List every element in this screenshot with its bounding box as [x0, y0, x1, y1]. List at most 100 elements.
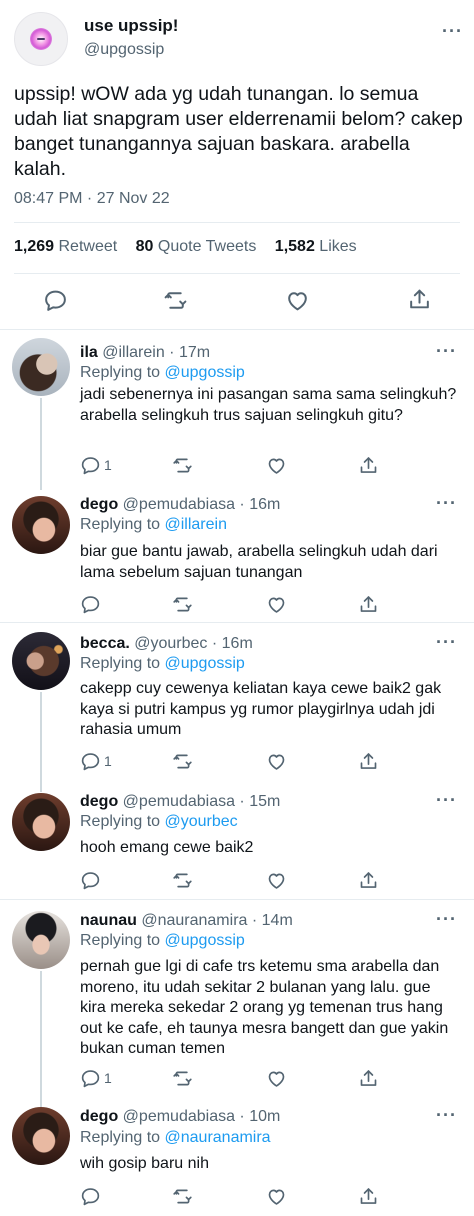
- reply-author-name[interactable]: dego: [80, 1108, 118, 1125]
- reply-icon[interactable]: [80, 751, 101, 772]
- reply-time[interactable]: 17m: [179, 344, 210, 361]
- reply-icon[interactable]: [80, 870, 101, 891]
- more-options-icon[interactable]: ···: [436, 910, 457, 928]
- share-icon[interactable]: [407, 287, 432, 312]
- retweets-stat[interactable]: 1,269 Retweet: [14, 238, 117, 255]
- share-icon[interactable]: [358, 1186, 379, 1207]
- share-icon[interactable]: [358, 751, 379, 772]
- reply-author-name[interactable]: naunau: [80, 912, 137, 929]
- main-tweet-text: upssip! wOW ada yg udah tunangan. lo sem…: [14, 83, 463, 180]
- avatar[interactable]: [12, 1107, 70, 1165]
- separator-dot: ·: [234, 793, 250, 810]
- more-options-icon[interactable]: ···: [436, 342, 457, 360]
- reply-icon[interactable]: [80, 594, 101, 615]
- replying-to-handle[interactable]: @yourbec: [165, 813, 238, 830]
- replying-to-label: Replying to: [80, 655, 161, 672]
- separator-dot: ·: [234, 496, 250, 513]
- like-icon[interactable]: [266, 870, 287, 891]
- reply-header: ila @illarein · 17m: [80, 344, 210, 362]
- avatar[interactable]: [12, 632, 70, 690]
- reply-text: pernah gue lgi di cafe trs ketemu sma ar…: [80, 958, 449, 1057]
- reply-header: dego @pemudabiasa · 16m: [80, 496, 280, 514]
- replying-to-handle[interactable]: @upgossip: [165, 655, 245, 672]
- more-options-icon[interactable]: ···: [436, 1106, 457, 1124]
- reply-count: 1: [104, 753, 112, 769]
- main-tweet-actions: [0, 286, 474, 314]
- more-options-icon[interactable]: ···: [436, 633, 457, 651]
- like-icon[interactable]: [266, 751, 287, 772]
- reply-author-name[interactable]: dego: [80, 496, 118, 513]
- divider: [0, 329, 474, 330]
- share-icon[interactable]: [358, 455, 379, 476]
- main-tweet-stats: 1,269 Retweet 80 Quote Tweets 1,582 Like…: [14, 238, 357, 256]
- reply-time[interactable]: 16m: [222, 635, 253, 652]
- replying-to-label: Replying to: [80, 1129, 161, 1146]
- replying-to-label: Replying to: [80, 516, 161, 533]
- share-icon[interactable]: [358, 594, 379, 615]
- reply-author-handle[interactable]: @pemudabiasa: [123, 1108, 235, 1125]
- more-options-icon[interactable]: ···: [436, 791, 457, 809]
- reply-time[interactable]: 10m: [249, 1108, 280, 1125]
- more-options-icon[interactable]: ···: [442, 22, 463, 40]
- reply-time[interactable]: 16m: [249, 496, 280, 513]
- likes-stat[interactable]: 1,582 Likes: [275, 238, 357, 255]
- replying-to-label: Replying to: [80, 932, 161, 949]
- avatar[interactable]: [12, 496, 70, 554]
- reply-header: becca. @yourbec · 16m: [80, 635, 253, 653]
- divider: [14, 222, 460, 223]
- reply-author-handle[interactable]: @pemudabiasa: [123, 793, 235, 810]
- share-icon[interactable]: [358, 870, 379, 891]
- replying-to-handle[interactable]: @upgossip: [165, 932, 245, 949]
- reply-header: naunau @nauranamira · 14m: [80, 912, 293, 930]
- retweet-icon[interactable]: [172, 1068, 193, 1089]
- reply-time[interactable]: 14m: [262, 912, 293, 929]
- avatar[interactable]: [12, 338, 70, 396]
- reply-text: biar gue bantu jawab, arabella selingkuh…: [80, 543, 438, 581]
- more-options-icon[interactable]: ···: [436, 494, 457, 512]
- main-tweet-author-name[interactable]: use upssip!: [84, 16, 178, 36]
- main-tweet-author-handle[interactable]: @upgossip: [84, 41, 164, 59]
- like-icon[interactable]: [266, 594, 287, 615]
- reply-actions: [0, 594, 474, 616]
- separator-dot: ·: [247, 912, 262, 929]
- replying-to: Replying to @nauranamira: [80, 1129, 271, 1147]
- retweet-icon[interactable]: [163, 288, 188, 313]
- separator-dot: ·: [164, 344, 179, 361]
- like-icon[interactable]: [266, 1186, 287, 1207]
- reply-time[interactable]: 15m: [249, 793, 280, 810]
- main-tweet-avatar[interactable]: [14, 12, 68, 66]
- reply-author-handle[interactable]: @nauranamira: [141, 912, 247, 929]
- like-icon[interactable]: [285, 288, 310, 313]
- replying-to-handle[interactable]: @illarein: [165, 516, 227, 533]
- reply-actions: 1: [0, 751, 474, 773]
- avatar[interactable]: [12, 793, 70, 851]
- share-icon[interactable]: [358, 1068, 379, 1089]
- reply-header: dego @pemudabiasa · 15m: [80, 793, 280, 811]
- reply-author-name[interactable]: ila: [80, 344, 98, 361]
- replying-to-handle[interactable]: @nauranamira: [165, 1129, 271, 1146]
- reply-author-name[interactable]: dego: [80, 793, 118, 810]
- reply-icon[interactable]: [80, 1186, 101, 1207]
- replying-to-handle[interactable]: @upgossip: [165, 364, 245, 381]
- reply-author-name[interactable]: becca.: [80, 635, 130, 652]
- reply-icon[interactable]: [80, 1068, 101, 1089]
- avatar[interactable]: [12, 911, 70, 969]
- reply-icon[interactable]: [43, 288, 68, 313]
- reply-actions: [0, 1186, 474, 1208]
- reply-author-handle[interactable]: @illarein: [102, 344, 164, 361]
- like-icon[interactable]: [266, 455, 287, 476]
- replying-to-label: Replying to: [80, 813, 161, 830]
- retweet-icon[interactable]: [172, 870, 193, 891]
- retweet-icon[interactable]: [172, 455, 193, 476]
- quote-tweets-stat[interactable]: 80 Quote Tweets: [136, 238, 257, 255]
- reply-author-handle[interactable]: @yourbec: [134, 635, 207, 652]
- retweet-icon[interactable]: [172, 594, 193, 615]
- retweet-icon[interactable]: [172, 1186, 193, 1207]
- reply-icon[interactable]: [80, 455, 101, 476]
- retweet-icon[interactable]: [172, 751, 193, 772]
- reply-author-handle[interactable]: @pemudabiasa: [123, 496, 235, 513]
- like-icon[interactable]: [266, 1068, 287, 1089]
- main-tweet: use upssip! @upgossip ··· upssip! wOW ad…: [0, 0, 474, 330]
- reply-header: dego @pemudabiasa · 10m: [80, 1108, 280, 1126]
- reply-text: hooh emang cewe baik2: [80, 839, 254, 856]
